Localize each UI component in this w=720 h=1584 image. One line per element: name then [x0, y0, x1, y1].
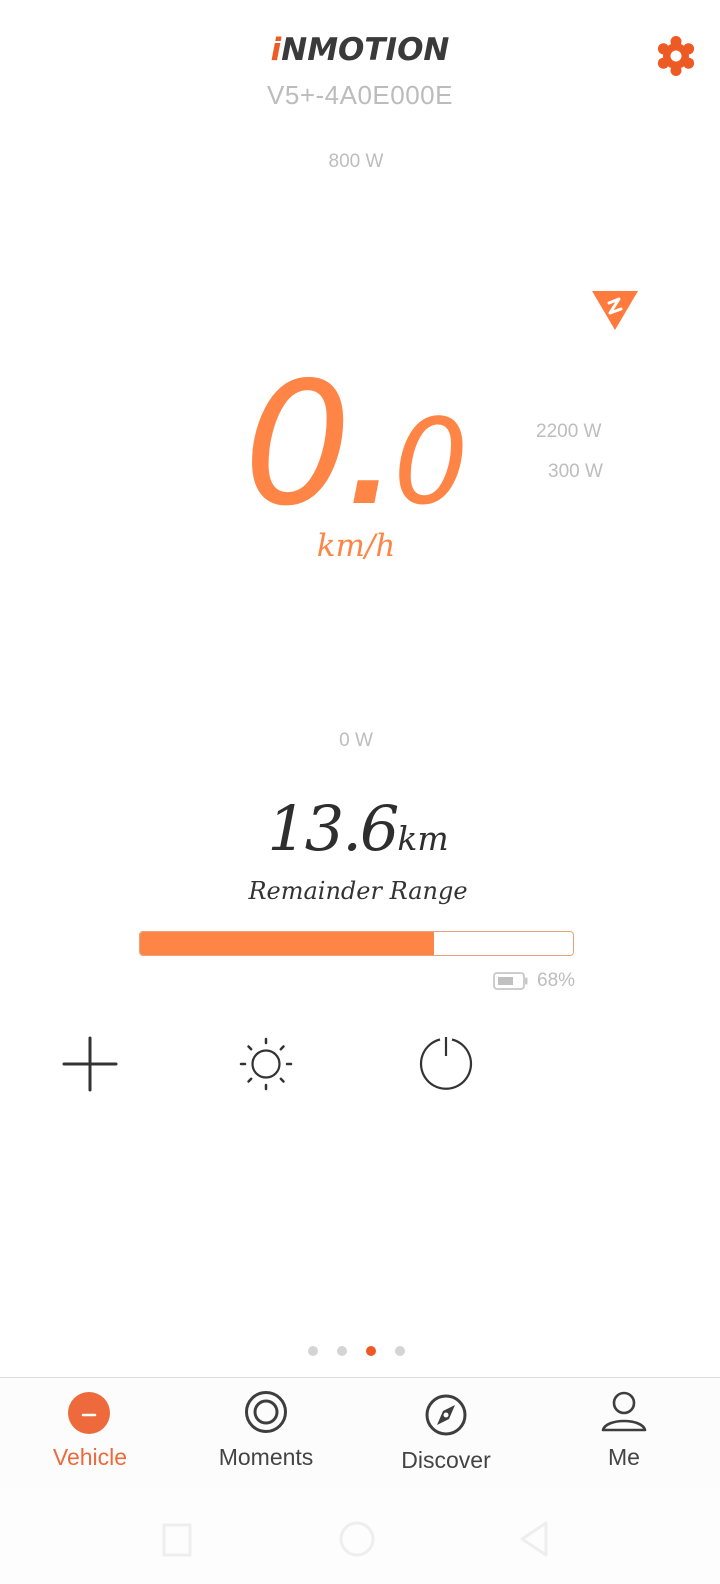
triangle-z-marker-icon	[592, 291, 638, 330]
plus-icon	[62, 1036, 118, 1092]
speed-readout: 0.0	[0, 360, 712, 532]
range-unit: km	[397, 819, 449, 858]
home-button[interactable]	[337, 1519, 377, 1559]
battery-icon	[493, 972, 528, 990]
power-label-bottom: 0 W	[339, 730, 373, 751]
square-recents-icon	[162, 1523, 192, 1557]
power-button[interactable]	[416, 1034, 476, 1094]
page-dot[interactable]	[336, 1346, 347, 1356]
compass-icon	[425, 1394, 467, 1436]
remaining-range: 13.6km	[0, 792, 716, 865]
bottom-tab-bar: Vehicle Moments Discover Me	[0, 1377, 720, 1487]
page-dot[interactable]	[365, 1346, 376, 1356]
system-nav-bar	[0, 1487, 720, 1584]
tab-discover-label: Discover	[401, 1447, 491, 1473]
moments-icon	[245, 1391, 287, 1433]
power-icon	[419, 1037, 473, 1090]
speed-separator: .	[347, 393, 394, 532]
recents-button[interactable]	[158, 1519, 198, 1559]
brand-logo-text: NMOTION	[281, 32, 450, 68]
speed-integer: 0	[243, 346, 352, 544]
battery-bar-fill	[140, 932, 435, 955]
gear-icon	[657, 36, 695, 76]
tab-vehicle-label: Vehicle	[52, 1444, 128, 1470]
brand-logo-accent: i	[270, 32, 282, 68]
speed-unit: km/h	[316, 528, 396, 564]
power-label-top: 800 W	[328, 151, 384, 172]
speed-decimal: 0	[393, 393, 469, 531]
battery-bar	[139, 931, 574, 956]
page-dot[interactable]	[394, 1346, 405, 1356]
tab-discover[interactable]: Discover	[356, 1378, 536, 1488]
tab-me[interactable]: Me	[534, 1378, 714, 1488]
battery-percent: 68%	[537, 970, 576, 991]
brand-logo: iNMOTION	[0, 32, 720, 68]
light-button[interactable]	[236, 1034, 296, 1094]
tab-me-label: Me	[608, 1444, 640, 1470]
power-marker	[591, 289, 639, 331]
sun-icon	[239, 1037, 293, 1091]
battery-indicator: 68%	[493, 969, 583, 993]
vehicle-icon	[68, 1392, 110, 1434]
circle-home-icon	[339, 1521, 375, 1557]
triangle-back-icon	[520, 1521, 548, 1557]
device-name: V5+-4A0E000E	[267, 80, 453, 110]
range-label: Remainder Range	[248, 877, 468, 905]
page-dot[interactable]	[307, 1346, 318, 1356]
person-icon	[601, 1391, 647, 1432]
header: iNMOTION V5+-4A0E000E	[0, 0, 720, 130]
page-indicator	[0, 1346, 712, 1358]
add-button[interactable]	[60, 1034, 120, 1094]
settings-button[interactable]	[656, 36, 696, 76]
back-button[interactable]	[516, 1519, 556, 1559]
tab-moments-label: Moments	[218, 1444, 314, 1470]
tab-vehicle[interactable]: Vehicle	[0, 1378, 180, 1488]
range-value: 13.6	[267, 792, 399, 865]
tab-moments[interactable]: Moments	[176, 1378, 356, 1488]
